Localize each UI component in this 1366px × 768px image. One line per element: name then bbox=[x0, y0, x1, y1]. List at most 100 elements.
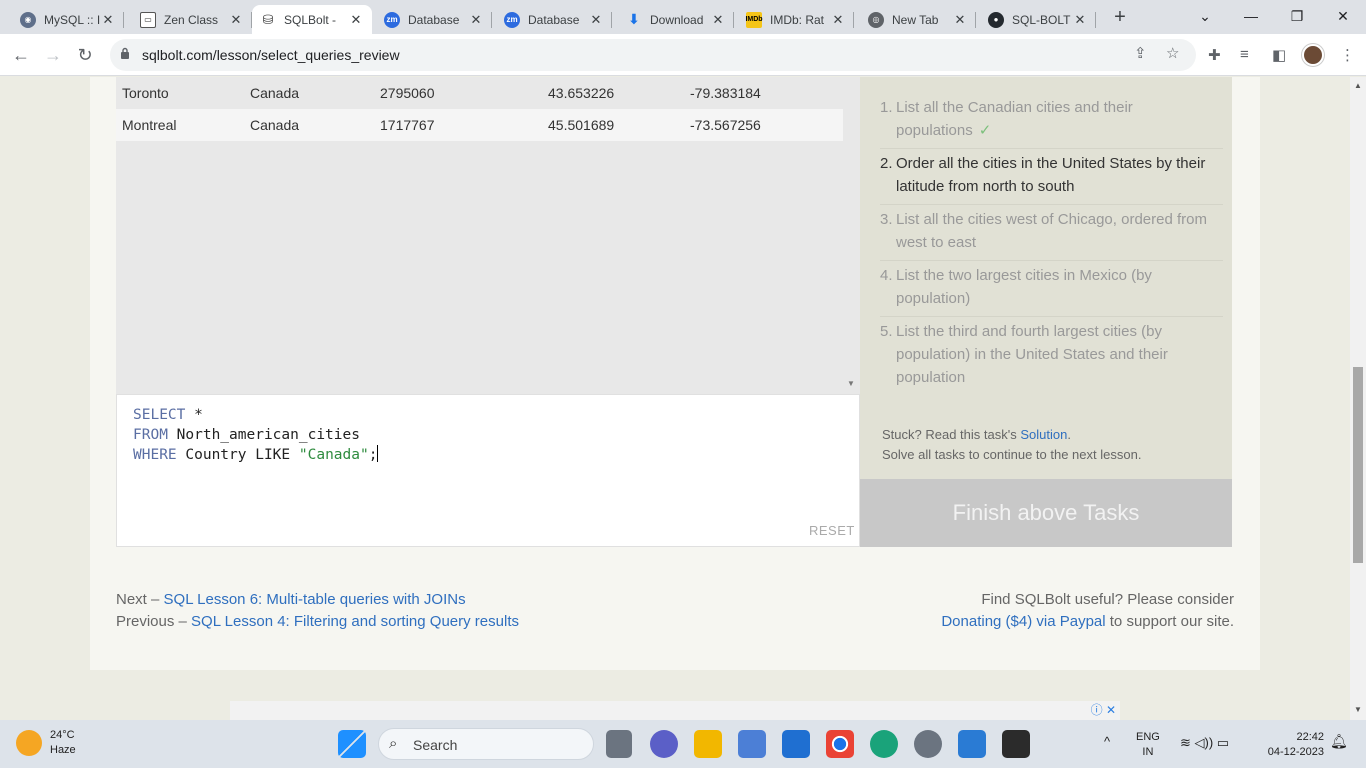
task-number: 1. bbox=[880, 99, 893, 116]
tab-sqlbolt[interactable]: ⛁ SQLBolt - ✕ bbox=[252, 5, 372, 34]
tab-mysql[interactable]: ◉ MySQL :: I ✕ bbox=[12, 5, 124, 34]
clock[interactable]: 22:42 04-12-2023 bbox=[1258, 730, 1324, 760]
sql-text: Country LIKE bbox=[176, 447, 299, 463]
tab-title: SQLBolt - bbox=[284, 12, 337, 27]
cell-latitude: 43.653226 bbox=[548, 85, 615, 101]
extensions-icon[interactable]: ✚ bbox=[1208, 46, 1221, 64]
language-indicator[interactable]: ENG IN bbox=[1136, 730, 1160, 760]
task-item-2: 2. Order all the cities in the United St… bbox=[880, 149, 1223, 205]
reading-list-icon[interactable]: ≡ bbox=[1240, 46, 1249, 63]
tab-download[interactable]: ⬇ Download ✕ bbox=[618, 5, 734, 34]
check-icon: ✓ bbox=[978, 122, 992, 139]
prev-prefix: Previous – bbox=[116, 613, 192, 630]
page-scrollbar[interactable]: ▲ ▼ bbox=[1350, 77, 1366, 720]
scrollbar-thumb[interactable] bbox=[1353, 367, 1363, 563]
scroll-up-icon[interactable]: ▲ bbox=[1354, 81, 1362, 90]
tab-database-1[interactable]: zm Database ✕ bbox=[376, 5, 492, 34]
address-bar[interactable]: sqlbolt.com/lesson/select_queries_review… bbox=[110, 39, 1196, 71]
forward-icon[interactable]: → bbox=[40, 43, 66, 67]
tab-search-chevron-icon[interactable]: ⌄ bbox=[1182, 4, 1228, 28]
tray-chevron-up-icon[interactable]: ^ bbox=[1104, 734, 1110, 749]
new-tab-button[interactable]: + bbox=[1108, 6, 1132, 30]
microsoft-store-icon[interactable] bbox=[738, 730, 766, 758]
close-icon[interactable]: ✕ bbox=[1072, 12, 1088, 28]
reset-button[interactable]: RESET bbox=[809, 523, 855, 538]
sql-text: ; bbox=[368, 447, 378, 463]
cell-longitude: -73.567256 bbox=[690, 117, 761, 133]
sql-text: North_american_cities bbox=[167, 427, 360, 443]
file-explorer-icon[interactable] bbox=[694, 730, 722, 758]
previous-lesson-link[interactable]: SQL Lesson 4: Filtering and sorting Quer… bbox=[191, 613, 519, 630]
notification-bell-icon[interactable]: 🔔︎ bbox=[1330, 734, 1348, 749]
sql-keyword: FROM bbox=[133, 427, 168, 443]
chrome-taskbar-icon[interactable] bbox=[826, 730, 854, 758]
wifi-volume-battery-icon[interactable]: ≋ ◁)) ▭ bbox=[1180, 735, 1229, 750]
task-item-1: 1. List all the Canadian cities and thei… bbox=[880, 93, 1223, 149]
menu-kebab-icon[interactable]: ⋮ bbox=[1340, 46, 1355, 64]
task-number: 3. bbox=[880, 211, 893, 228]
donate-link[interactable]: Donating ($4) via Paypal bbox=[941, 613, 1105, 630]
close-window-button[interactable]: ✕ bbox=[1320, 4, 1366, 28]
zen-class-icon: ▭ bbox=[140, 11, 156, 28]
tab-database-2[interactable]: zm Database ✕ bbox=[496, 5, 612, 34]
donate-suffix: to support our site. bbox=[1105, 613, 1234, 630]
cell-city: Toronto bbox=[122, 85, 169, 101]
next-lesson-link[interactable]: SQL Lesson 6: Multi-table queries with J… bbox=[164, 591, 466, 608]
task-text: Order all the cities in the United State… bbox=[896, 155, 1206, 195]
minimize-button[interactable]: — bbox=[1228, 4, 1274, 28]
results-table: Toronto Canada 2795060 43.653226 -79.383… bbox=[116, 77, 843, 141]
tab-strip: ◉ MySQL :: I ✕ ▭ Zen Class ✕ ⛁ SQLBolt -… bbox=[0, 0, 1366, 34]
finish-tasks-button[interactable]: Finish above Tasks bbox=[860, 479, 1232, 547]
sql-text: * bbox=[185, 407, 203, 423]
mail-icon[interactable] bbox=[782, 730, 810, 758]
close-icon[interactable]: ✕ bbox=[468, 12, 484, 28]
next-prefix: Next – bbox=[116, 591, 164, 608]
close-icon[interactable]: ✕ bbox=[830, 12, 846, 28]
vscode-icon[interactable] bbox=[958, 730, 986, 758]
database-icon: ⛁ bbox=[260, 11, 276, 28]
scroll-down-icon[interactable]: ▼ bbox=[847, 379, 855, 388]
tab-title: Database bbox=[528, 12, 580, 27]
close-icon[interactable]: ✕ bbox=[588, 12, 604, 28]
weather-condition: Haze bbox=[50, 744, 76, 756]
chrome-icon: ◎ bbox=[868, 11, 884, 28]
tab-zen-class[interactable]: ▭ Zen Class ✕ bbox=[132, 5, 252, 34]
close-icon[interactable]: ✕ bbox=[348, 12, 364, 28]
close-icon[interactable]: ✕ bbox=[710, 12, 726, 28]
useful-text: Find SQLBolt useful? Please consider bbox=[981, 591, 1234, 608]
tab-sql-bolt-github[interactable]: ● SQL-BOLT ✕ bbox=[980, 5, 1096, 34]
tab-new-tab[interactable]: ◎ New Tab ✕ bbox=[860, 5, 976, 34]
results-scrollbar[interactable]: ▼ bbox=[843, 77, 860, 394]
edge-icon[interactable] bbox=[870, 730, 898, 758]
sql-code[interactable]: SELECT * FROM North_american_cities WHER… bbox=[133, 405, 379, 465]
task-view-icon[interactable] bbox=[606, 730, 632, 758]
tab-title: Zen Class bbox=[164, 12, 219, 27]
sql-keyword: SELECT bbox=[133, 407, 186, 423]
reload-icon[interactable]: ↻ bbox=[72, 43, 98, 67]
sql-keyword: WHERE bbox=[133, 447, 177, 463]
github-icon: ● bbox=[988, 11, 1004, 28]
task-text: List all the cities west of Chicago, ord… bbox=[896, 211, 1207, 251]
cell-longitude: -79.383184 bbox=[690, 85, 761, 101]
close-icon[interactable]: ✕ bbox=[952, 12, 968, 28]
tab-imdb[interactable]: IMDb IMDb: Rat ✕ bbox=[738, 5, 854, 34]
back-icon[interactable]: ← bbox=[8, 43, 34, 67]
settings-gear-icon[interactable] bbox=[914, 730, 942, 758]
taskbar-search[interactable]: ⌕ Search bbox=[378, 728, 594, 760]
start-windows-icon[interactable] bbox=[338, 730, 366, 758]
solution-link[interactable]: Solution bbox=[1020, 427, 1067, 442]
profile-avatar[interactable] bbox=[1302, 44, 1324, 66]
chat-icon[interactable] bbox=[650, 730, 678, 758]
restore-button[interactable]: ❐ bbox=[1274, 4, 1320, 28]
share-icon[interactable]: ⇪ bbox=[1134, 44, 1147, 62]
close-icon[interactable]: ✕ bbox=[100, 12, 116, 28]
ad-info-close-icon[interactable]: ⓘ ✕ bbox=[1091, 701, 1116, 718]
side-panel-icon[interactable]: ◧ bbox=[1272, 46, 1286, 64]
sql-editor[interactable]: SELECT * FROM North_american_cities WHER… bbox=[116, 394, 860, 547]
scroll-down-icon[interactable]: ▼ bbox=[1354, 705, 1362, 714]
weather-widget[interactable]: 24°C Haze bbox=[16, 728, 76, 758]
terminal-icon[interactable] bbox=[1002, 730, 1030, 758]
close-icon[interactable]: ✕ bbox=[228, 12, 244, 28]
bookmark-star-icon[interactable]: ☆ bbox=[1166, 44, 1179, 62]
continue-text: Solve all tasks to continue to the next … bbox=[882, 447, 1142, 462]
